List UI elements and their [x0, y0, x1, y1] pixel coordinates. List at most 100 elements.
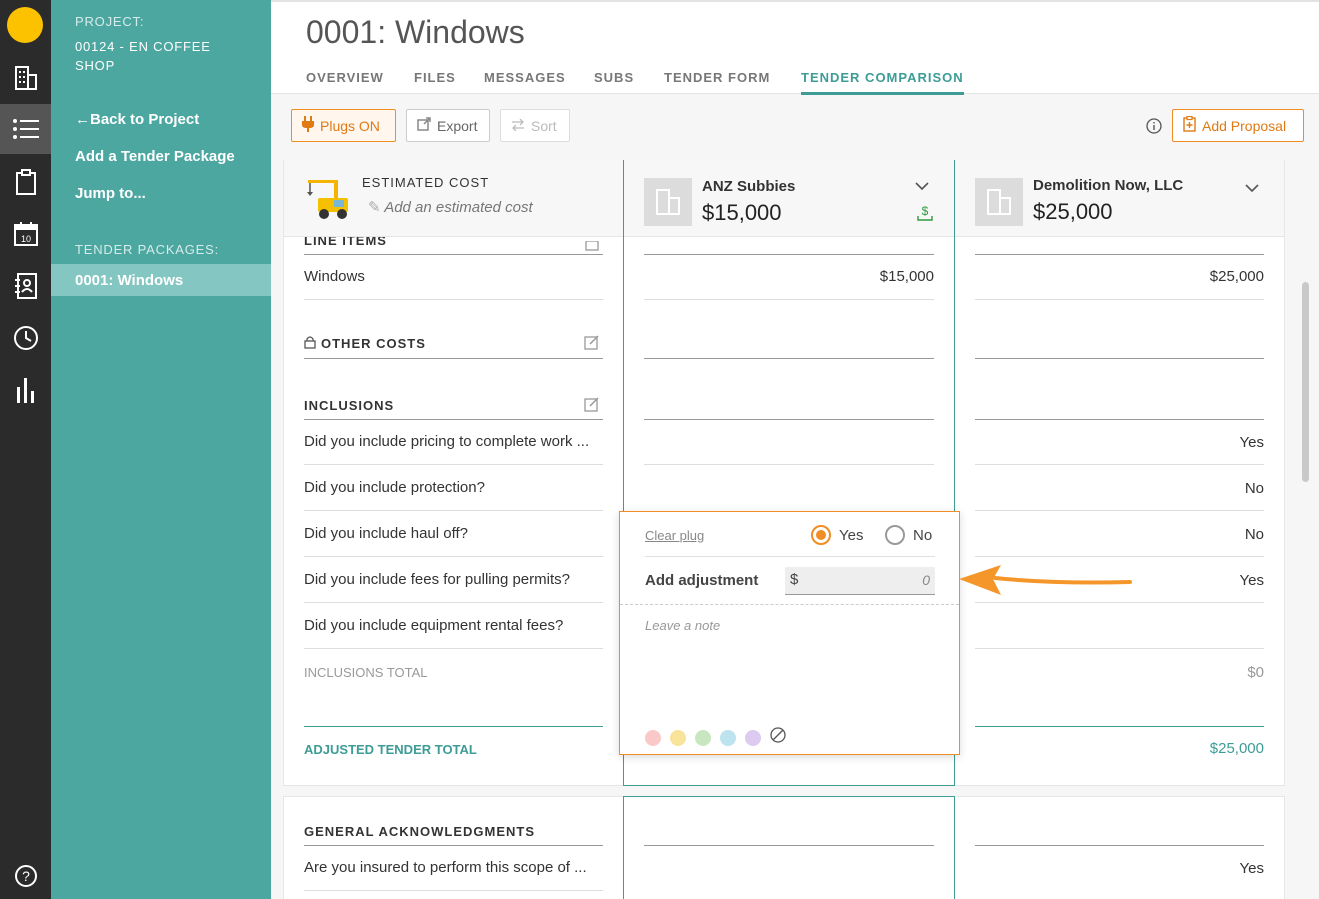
estimated-cost-placeholder: Add an estimated cost — [384, 199, 533, 216]
help-icon[interactable]: ? — [0, 851, 51, 899]
building-icon[interactable] — [0, 53, 51, 103]
tender-packages-label: TENDER PACKAGES: — [75, 242, 220, 257]
add-tender-package-link[interactable]: Add a Tender Package — [75, 148, 235, 165]
divider — [304, 845, 603, 846]
line-items-title: LINE ITEMS — [304, 237, 387, 248]
divider — [620, 604, 959, 605]
bidder-header-anz: ANZ Subbies $15,000 $ — [624, 160, 954, 237]
bidder-amount: $15,000 — [702, 200, 782, 225]
adjustment-value: 0 — [922, 572, 930, 588]
adjustment-input[interactable]: $ 0 — [785, 567, 935, 595]
dollar-plug-icon[interactable]: $ — [917, 204, 933, 227]
sort-icon — [511, 118, 525, 134]
add-proposal-button[interactable]: Add Proposal — [1172, 109, 1304, 142]
general-ack-title: GENERAL ACKNOWLEDGMENTS — [304, 824, 535, 839]
tab-subs[interactable]: SUBS — [594, 70, 634, 92]
line-item-label: Windows — [304, 268, 365, 285]
divider — [644, 299, 934, 300]
divider — [644, 464, 934, 465]
divider — [304, 254, 603, 255]
estimated-cost-label: ESTIMATED COST — [362, 175, 490, 190]
line-item-value[interactable]: $15,000 — [644, 268, 934, 285]
divider — [975, 254, 1264, 255]
inclusion-value[interactable]: Yes — [975, 434, 1264, 451]
calendar-icon[interactable]: 10 — [0, 209, 51, 259]
divider — [304, 726, 603, 727]
export-button[interactable]: Export — [406, 109, 490, 142]
inclusion-value[interactable]: No — [975, 526, 1264, 543]
page-title: 0001: Windows — [306, 14, 525, 50]
selected-bidder-column-lower — [623, 796, 955, 899]
inclusion-value[interactable]: No — [975, 480, 1264, 497]
general-ack-value[interactable]: Yes — [975, 860, 1264, 877]
tab-files[interactable]: FILES — [414, 70, 456, 92]
color-yellow-swatch[interactable] — [670, 729, 686, 746]
edit-icon[interactable] — [584, 334, 600, 355]
color-green-swatch[interactable] — [695, 729, 711, 746]
radio-empty-icon — [885, 525, 905, 545]
plug-icon — [302, 116, 314, 135]
clipboard-icon[interactable] — [0, 157, 51, 207]
divider — [304, 510, 603, 511]
divider — [975, 556, 1264, 557]
project-label: PROJECT: — [75, 14, 145, 29]
line-item-value[interactable]: $25,000 — [975, 268, 1264, 285]
project-name[interactable]: 00124 - EN COFFEE SHOP — [75, 37, 225, 75]
crane-truck-icon — [304, 178, 354, 227]
app-logo[interactable] — [7, 7, 43, 43]
contacts-icon[interactable] — [0, 261, 51, 311]
info-icon[interactable] — [1146, 118, 1162, 139]
svg-text:10: 10 — [20, 234, 30, 244]
inclusions-total-label: INCLUSIONS TOTAL — [304, 665, 428, 680]
color-blue-swatch[interactable] — [720, 729, 736, 746]
lock-icon — [304, 335, 316, 354]
edit-icon[interactable] — [584, 396, 600, 417]
divider — [975, 299, 1264, 300]
plugs-label: Plugs ON — [320, 117, 380, 134]
no-color-icon[interactable] — [770, 727, 786, 748]
plugs-toggle-button[interactable]: Plugs ON — [291, 109, 396, 142]
export-label: Export — [437, 117, 478, 134]
divider — [644, 845, 934, 846]
divider — [645, 556, 935, 557]
chevron-down-icon[interactable] — [915, 178, 929, 196]
inclusion-label: Did you include protection? — [304, 479, 485, 496]
back-to-project-link[interactable]: ←Back to Project — [75, 111, 199, 128]
inclusions-title: INCLUSIONS — [304, 398, 395, 413]
bidder-name: ANZ Subbies — [702, 178, 796, 195]
svg-text:?: ? — [22, 868, 30, 884]
svg-text:$: $ — [922, 204, 929, 218]
bidder-logo-placeholder — [975, 178, 1023, 226]
inclusion-label: Did you include haul off? — [304, 525, 469, 542]
chart-icon[interactable] — [0, 365, 51, 415]
callout-arrow-icon — [955, 562, 1135, 603]
divider — [975, 845, 1264, 846]
divider — [304, 556, 603, 557]
divider — [304, 358, 603, 359]
adjusted-total-value: $25,000 — [1209, 740, 1264, 757]
estimated-cost-input[interactable]: ✎ Add an estimated cost — [368, 198, 533, 216]
radio-selected-icon — [811, 525, 831, 545]
icon-rail: 10 ? — [0, 0, 51, 899]
color-purple-swatch[interactable] — [745, 729, 761, 746]
scrollbar[interactable] — [1302, 282, 1309, 482]
plug-no-radio[interactable]: No — [885, 525, 932, 545]
plug-no-label: No — [913, 526, 933, 544]
plug-yes-radio[interactable]: Yes — [811, 525, 863, 545]
list-icon[interactable] — [0, 104, 51, 154]
plug-yes-label: Yes — [839, 526, 864, 544]
package-item-0001[interactable]: 0001: Windows — [51, 264, 271, 296]
tab-tender-comparison[interactable]: TENDER COMPARISON — [801, 70, 964, 95]
tab-overview[interactable]: OVERVIEW — [306, 70, 384, 92]
bidder-amount: $25,000 — [1033, 199, 1113, 224]
bidder-logo-placeholder — [644, 178, 692, 226]
tab-tender-form[interactable]: TENDER FORM — [664, 70, 770, 92]
clear-plug-link[interactable]: Clear plug — [645, 528, 704, 543]
sort-button[interactable]: Sort — [500, 109, 570, 142]
jump-to-link[interactable]: Jump to... — [75, 185, 146, 202]
clock-icon[interactable] — [0, 313, 51, 363]
note-input[interactable]: Leave a note — [645, 618, 720, 633]
chevron-down-icon[interactable] — [1245, 180, 1259, 198]
tab-messages[interactable]: MESSAGES — [484, 70, 566, 92]
color-red-swatch[interactable] — [645, 729, 661, 746]
